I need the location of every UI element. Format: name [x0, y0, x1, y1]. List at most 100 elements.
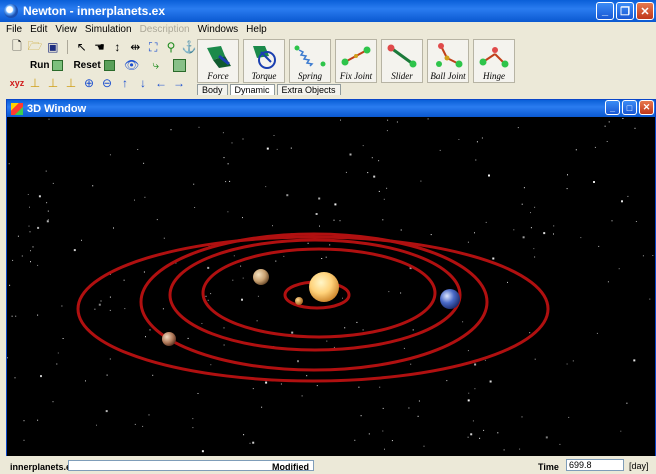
star [229, 180, 231, 182]
menu-file[interactable]: File [6, 24, 22, 35]
star [566, 188, 568, 190]
star [618, 268, 620, 270]
star [594, 146, 596, 148]
menu-edit[interactable]: Edit [30, 24, 47, 35]
open-folder-icon[interactable]: 🗁 [27, 39, 42, 54]
star [32, 246, 34, 248]
star [286, 194, 289, 197]
tool-hinge[interactable]: Hinge [473, 39, 515, 83]
minimize-button[interactable]: _ [596, 2, 614, 20]
star [598, 245, 600, 247]
time-field[interactable]: 699.8 [566, 459, 624, 471]
restore-button[interactable]: ❐ [616, 2, 634, 20]
star [410, 363, 412, 365]
star [266, 147, 269, 150]
star [94, 308, 96, 310]
star [467, 350, 469, 352]
star [358, 386, 360, 388]
star [134, 423, 136, 425]
anchor-icon[interactable]: ⚓ [182, 40, 197, 54]
star [467, 241, 469, 243]
star [356, 321, 358, 323]
view-yz-icon[interactable]: ⊥ [64, 76, 78, 90]
star [522, 236, 525, 239]
tool-fix-joint[interactable]: Fix Joint [335, 39, 377, 83]
star [420, 180, 422, 182]
view-xy-icon[interactable]: ⊥ [28, 76, 42, 90]
star [207, 299, 209, 301]
3d-minimize-button[interactable]: _ [605, 100, 620, 115]
tool-ball-joint[interactable]: Ball Joint [427, 39, 469, 83]
zoom-in-icon[interactable]: ⊕ [82, 76, 96, 90]
planet-mars[interactable] [162, 332, 176, 346]
star [134, 199, 135, 201]
menu-help[interactable]: Help [246, 24, 267, 35]
star [559, 443, 561, 445]
tab-extra-objects[interactable]: Extra Objects [276, 84, 341, 95]
move-vertical-icon[interactable]: ↕ [110, 40, 124, 54]
star [652, 255, 654, 256]
3d-viewport[interactable] [7, 117, 655, 456]
star [222, 132, 224, 134]
zoom-link-icon[interactable]: ⚲ [164, 40, 178, 54]
menu-windows[interactable]: Windows [198, 24, 239, 35]
3d-close-button[interactable]: ✕ [639, 100, 654, 115]
arrow-down-icon[interactable]: ↓ [136, 76, 150, 90]
star [611, 220, 613, 222]
toolbar-row-file: 🗋 🗁 ▣ ↖ ☚ ↕ ⇹ ⛶ ⚲ ⚓ [4, 38, 196, 56]
view-xyz-icon[interactable]: xyz [10, 76, 25, 90]
3d-maximize-button[interactable]: □ [622, 100, 637, 115]
arrow-up-icon[interactable]: ↑ [118, 76, 132, 90]
star [240, 265, 242, 267]
planet-mercury[interactable] [295, 297, 303, 305]
tool-slider[interactable]: Slider [381, 39, 423, 83]
star [488, 174, 490, 177]
star [100, 300, 102, 302]
tool-label: Torque [251, 71, 277, 81]
trace-path-icon[interactable]: ⤷ [149, 58, 163, 72]
menu-simulation[interactable]: Simulation [85, 24, 132, 35]
tool-torque[interactable]: Torque [243, 39, 285, 83]
star [521, 416, 523, 418]
star [467, 399, 470, 402]
star [621, 200, 623, 203]
reset-button[interactable]: Reset [73, 59, 115, 71]
show-panel-icon[interactable] [172, 58, 186, 72]
reset-icon [103, 59, 115, 71]
star [580, 237, 582, 239]
star [223, 327, 225, 329]
planet-earth[interactable] [440, 289, 460, 309]
save-icon[interactable]: ▣ [46, 40, 60, 54]
star [12, 259, 14, 261]
newton-app-icon [4, 4, 18, 18]
grab-hand-icon[interactable]: ☚ [93, 40, 107, 54]
star [606, 141, 608, 142]
arrow-left-icon[interactable]: ← [154, 76, 168, 90]
3d-window-title-bar[interactable]: 3D Window _ □ ✕ [7, 100, 655, 117]
menu-view[interactable]: View [55, 24, 77, 35]
star [596, 332, 598, 334]
star [474, 388, 476, 390]
tab-body[interactable]: Body [197, 84, 228, 95]
view-xz-icon[interactable]: ⊥ [46, 76, 60, 90]
planet-venus[interactable] [253, 269, 269, 285]
star [105, 410, 108, 413]
tab-dynamic[interactable]: Dynamic [229, 84, 275, 95]
sun[interactable] [309, 272, 339, 302]
view-eye-icon[interactable]: 👁 [124, 58, 139, 72]
star [316, 385, 318, 387]
star [534, 358, 536, 360]
star [144, 196, 146, 198]
select-pointer-icon[interactable]: ↖ [75, 40, 89, 54]
tool-force[interactable]: Force [197, 39, 239, 83]
zoom-out-icon[interactable]: ⊖ [100, 76, 114, 90]
fit-view-icon[interactable]: ⛶ [146, 40, 160, 54]
run-button[interactable]: Run [30, 59, 64, 71]
title-bar[interactable]: Newton - innerplanets.ex _ ❐ ✕ [0, 0, 656, 22]
tool-spring[interactable]: Spring [289, 39, 331, 83]
close-button[interactable]: ✕ [636, 2, 654, 20]
new-file-icon[interactable]: 🗋 [10, 39, 24, 54]
arrow-right-icon[interactable]: → [172, 76, 186, 90]
move-horizontal-icon[interactable]: ⇹ [128, 40, 142, 54]
star [367, 172, 369, 174]
